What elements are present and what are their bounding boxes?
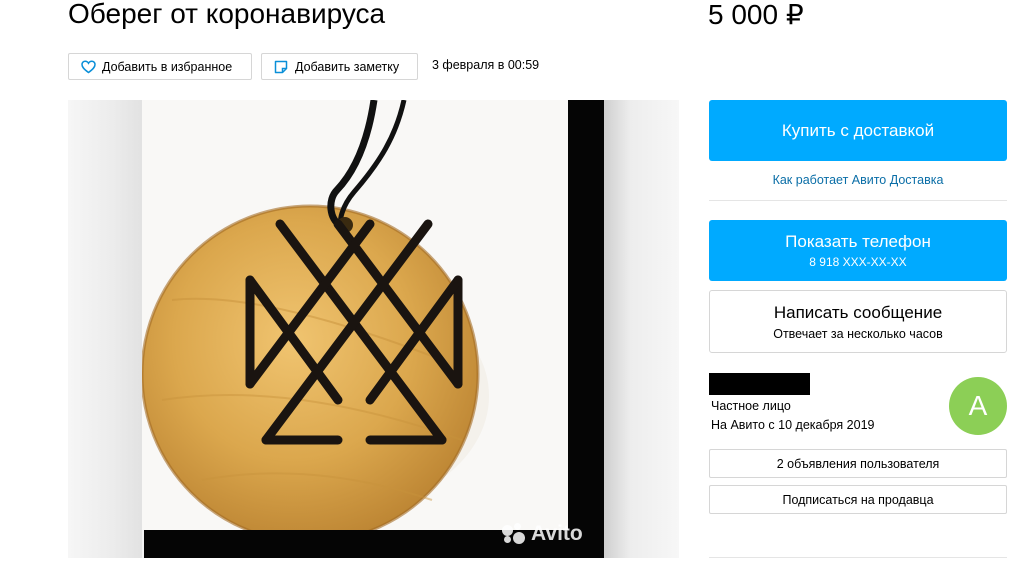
add-note-button[interactable]: Добавить заметку	[261, 53, 418, 80]
show-phone-label: Показать телефон	[785, 232, 931, 251]
seller-name-redacted[interactable]	[709, 373, 810, 395]
listing-price: 5 000 ₽	[708, 0, 804, 30]
divider	[709, 200, 1007, 201]
write-message-button[interactable]: Написать сообщение Отвечает за несколько…	[709, 290, 1007, 353]
add-to-favorites-label: Добавить в избранное	[102, 59, 233, 74]
gallery-left-band	[68, 100, 142, 558]
add-to-favorites-button[interactable]: Добавить в избранное	[68, 53, 252, 80]
add-note-label: Добавить заметку	[295, 59, 400, 74]
response-time: Отвечает за несколько часов	[773, 326, 943, 341]
seller-since: На Авито с 10 декабря 2019	[711, 418, 875, 432]
divider	[709, 557, 1007, 558]
publish-date: 3 февраля в 00:59	[432, 58, 540, 72]
photo-gallery[interactable]: Avito	[68, 100, 679, 558]
avatar[interactable]: A	[949, 377, 1007, 435]
gallery-right-band	[604, 100, 679, 558]
user-ads-button[interactable]: 2 объявления пользователя	[709, 449, 1007, 478]
note-icon	[273, 59, 289, 75]
seller-type: Частное лицо	[711, 399, 791, 413]
avito-watermark: Avito	[502, 522, 583, 546]
heart-icon	[80, 59, 96, 75]
show-phone-button[interactable]: Показать телефон 8 918 XXX-XX-XX	[709, 220, 1007, 281]
avito-logo-icon	[502, 523, 528, 545]
phone-number: 8 918 XXX-XX-XX	[809, 255, 907, 269]
write-message-label: Написать сообщение	[773, 302, 943, 322]
amulet-photo	[142, 100, 489, 530]
watermark-text: Avito	[531, 522, 583, 545]
subscribe-seller-button[interactable]: Подписаться на продавца	[709, 485, 1007, 514]
listing-title: Оберег от коронавируса	[68, 0, 386, 29]
photo-black-border-right	[568, 100, 604, 558]
buy-with-delivery-button[interactable]: Купить с доставкой	[709, 100, 1007, 161]
delivery-info-link[interactable]: Как работает Авито Доставка	[709, 173, 1007, 187]
